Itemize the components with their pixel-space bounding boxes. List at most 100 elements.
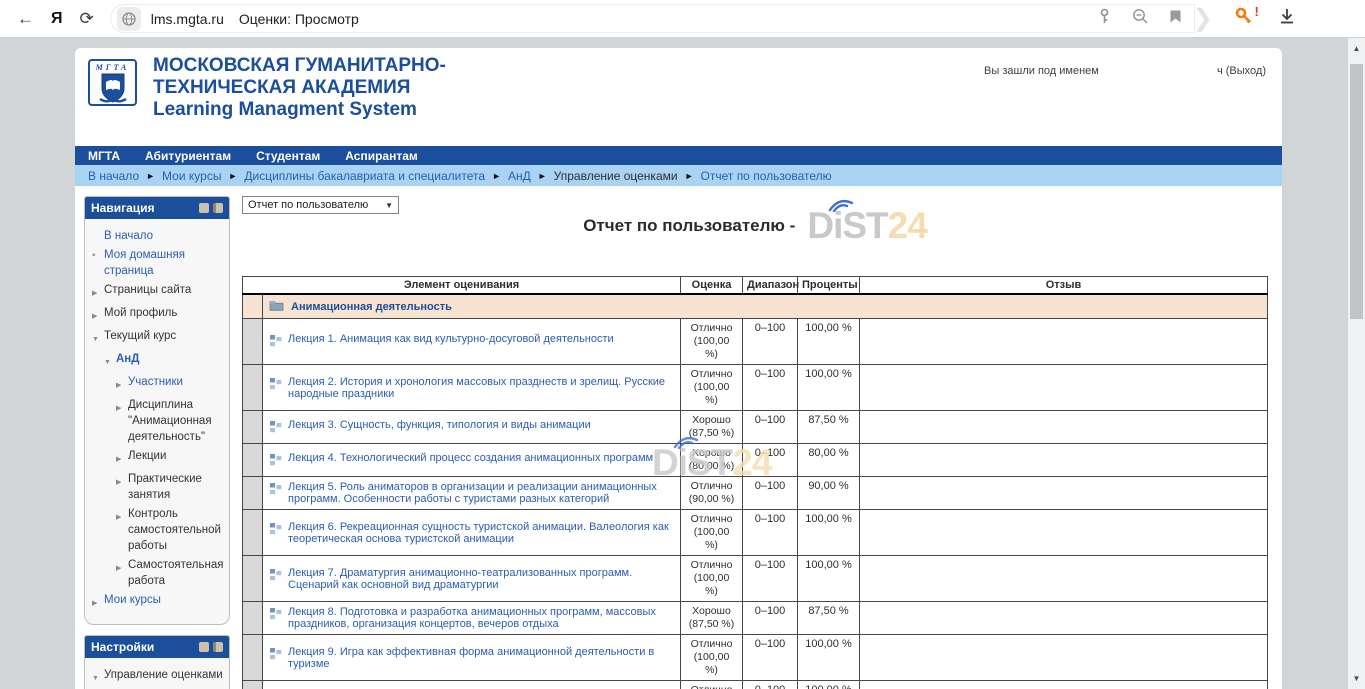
item-name-cell: Итоговое тестирование bbox=[263, 681, 681, 689]
category-cell: Анимационная деятельность bbox=[263, 294, 1268, 319]
breadcrumb-item[interactable]: Дисциплины бакалавриата и специалитета bbox=[244, 169, 485, 183]
grade-item-row: Лекция 8. Подготовка и разработка анимац… bbox=[243, 602, 1268, 635]
download-icon[interactable] bbox=[1279, 8, 1295, 30]
lesson-icon bbox=[269, 482, 282, 498]
lms-subtitle: Learning Managment System bbox=[153, 99, 446, 121]
nav-link-мгта[interactable]: МГТА bbox=[88, 149, 120, 163]
grade-cell: Отлично(100,00 %) bbox=[681, 510, 743, 556]
back-icon[interactable]: ← bbox=[17, 10, 34, 27]
collapsed-arrow-icon[interactable]: ▶ bbox=[92, 592, 104, 612]
feedback-cell bbox=[860, 365, 1268, 411]
collapsed-arrow-icon[interactable]: ▶ bbox=[116, 374, 128, 394]
password-key-icon[interactable] bbox=[1097, 8, 1112, 30]
breadcrumb-separator: ► bbox=[228, 171, 237, 181]
expanded-arrow-icon[interactable]: ▼ bbox=[104, 351, 116, 371]
grade-item-link[interactable]: Лекция 7. Драматургия анимационно-театра… bbox=[288, 567, 674, 591]
grade-cell: Отлично(100,00 %) bbox=[681, 556, 743, 602]
breadcrumb-item[interactable]: Мои курсы bbox=[162, 169, 221, 183]
bullet-none bbox=[92, 228, 104, 244]
grade-item-row: Лекция 9. Игра как эффективная форма ани… bbox=[243, 635, 1268, 681]
sidebar-item: ▶Практические занятия bbox=[116, 471, 225, 503]
nav-link-студентам[interactable]: Студентам bbox=[256, 149, 320, 163]
collapsed-arrow-icon[interactable]: ▶ bbox=[92, 282, 104, 302]
grade-item-link[interactable]: Лекция 3. Сущность, функция, типология и… bbox=[288, 419, 591, 431]
zoom-out-icon[interactable] bbox=[1132, 8, 1149, 30]
feedback-cell bbox=[860, 319, 1268, 365]
academy-title-line2: ТЕХНИЧЕСКАЯ АКАДЕМИЯ bbox=[153, 77, 446, 99]
dock-block-icon[interactable] bbox=[213, 642, 223, 652]
sidebar-item-label: Практические занятия bbox=[128, 471, 225, 503]
expanded-arrow-icon[interactable]: ▼ bbox=[92, 667, 104, 687]
item-name-cell: Лекция 1. Анимация как вид культурно-дос… bbox=[263, 319, 681, 365]
collapsed-arrow-icon[interactable]: ▶ bbox=[116, 557, 128, 589]
category-link[interactable]: Анимационная деятельность bbox=[291, 301, 452, 313]
scroll-down-icon[interactable]: ▼ bbox=[1348, 674, 1365, 683]
sidebar-item-label[interactable]: Моя домашняя страница bbox=[104, 247, 225, 279]
collapsed-arrow-icon[interactable]: ▶ bbox=[116, 506, 128, 554]
top-nav: МГТА Абитуриентам Студентам Аспирантам bbox=[75, 146, 1282, 165]
feedback-cell bbox=[860, 602, 1268, 635]
grade-item-row: Лекция 7. Драматургия анимационно-театра… bbox=[243, 556, 1268, 602]
address-bar-edge: ❯ bbox=[1193, 4, 1213, 33]
logout-link[interactable]: ч (Выход) bbox=[1217, 65, 1266, 77]
square-arrow-icon: ▪ bbox=[92, 247, 104, 279]
sidebar-item: В начало bbox=[92, 228, 225, 244]
row-indent bbox=[243, 635, 263, 681]
hide-block-icon[interactable] bbox=[199, 642, 209, 652]
grade-item-row: Итоговое тестированиеОтлично(100,00 %)0–… bbox=[243, 681, 1268, 689]
sidebar-item-label[interactable]: АнД bbox=[116, 351, 139, 371]
dock-block-icon[interactable] bbox=[213, 203, 223, 213]
sidebar-item-label[interactable]: В начало bbox=[104, 228, 153, 244]
breadcrumb-item[interactable]: В начало bbox=[88, 169, 139, 183]
lesson-icon bbox=[269, 607, 282, 623]
address-bar[interactable]: lms.mgta.ru Оценки: Просмотр bbox=[110, 4, 1195, 33]
range-cell: 0–100 bbox=[743, 602, 798, 635]
grade-item-link[interactable]: Лекция 4. Технологический процесс создан… bbox=[288, 452, 653, 464]
collapsed-arrow-icon[interactable]: ▶ bbox=[116, 397, 128, 445]
bookmark-icon[interactable] bbox=[1169, 9, 1182, 29]
collapsed-arrow-icon[interactable]: ▶ bbox=[116, 471, 128, 503]
academy-logo: МГТА bbox=[88, 59, 137, 106]
refresh-icon[interactable]: ⟳ bbox=[80, 10, 94, 27]
grades-table: Элемент оценивания Оценка Диапазон Проце… bbox=[242, 276, 1268, 689]
scroll-up-icon[interactable]: ▲ bbox=[1348, 44, 1365, 53]
row-indent bbox=[243, 510, 263, 556]
grade-item-link[interactable]: Лекция 5. Роль аниматоров в организации … bbox=[288, 481, 674, 505]
item-name-cell: Лекция 5. Роль аниматоров в организации … bbox=[263, 477, 681, 510]
scrollbar-thumb[interactable] bbox=[1350, 64, 1363, 319]
hide-block-icon[interactable] bbox=[199, 203, 209, 213]
range-cell: 0–100 bbox=[743, 635, 798, 681]
navigation-tree: В начало▪Моя домашняя страница▶Страницы … bbox=[85, 219, 229, 624]
item-name-cell: Лекция 3. Сущность, функция, типология и… bbox=[263, 411, 681, 444]
breadcrumb-item[interactable]: АнД bbox=[508, 169, 531, 183]
sidebar-item: ▶Лекции bbox=[116, 448, 225, 468]
sidebar-item-label[interactable]: Участники bbox=[128, 374, 183, 394]
grade-item-link[interactable]: Лекция 6. Рекреационная сущность туристс… bbox=[288, 521, 674, 545]
percent-cell: 100,00 % bbox=[798, 681, 860, 689]
grade-item-link[interactable]: Лекция 1. Анимация как вид культурно-дос… bbox=[288, 333, 614, 345]
grade-item-link[interactable]: Лекция 2. История и хронология массовых … bbox=[288, 376, 674, 400]
item-name-cell: Лекция 6. Рекреационная сущность туристс… bbox=[263, 510, 681, 556]
yandex-logo-icon[interactable]: Я bbox=[51, 11, 63, 27]
breadcrumb-separator: ► bbox=[492, 171, 501, 181]
sidebar-item: ▶Самостоятельная работа bbox=[116, 557, 225, 589]
collapsed-arrow-icon[interactable]: ▶ bbox=[116, 448, 128, 468]
range-cell: 0–100 bbox=[743, 444, 798, 477]
sidebar-item-label[interactable]: Мои курсы bbox=[104, 592, 161, 612]
nav-link-аспирантам[interactable]: Аспирантам bbox=[345, 149, 418, 163]
percent-cell: 100,00 % bbox=[798, 556, 860, 602]
academy-title-line1: МОСКОВСКАЯ ГУМАНИТАРНО- bbox=[153, 55, 446, 77]
expanded-arrow-icon[interactable]: ▼ bbox=[92, 328, 104, 348]
collapsed-arrow-icon[interactable]: ▶ bbox=[92, 305, 104, 325]
grade-cell: Хорошо(87,50 %) bbox=[681, 411, 743, 444]
grade-item-link[interactable]: Лекция 8. Подготовка и разработка анимац… bbox=[288, 606, 674, 630]
grade-cell: Отлично(100,00 %) bbox=[681, 635, 743, 681]
row-indent bbox=[243, 477, 263, 510]
vertical-scrollbar[interactable]: ▲ ▼ bbox=[1348, 38, 1365, 689]
percent-cell: 90,00 % bbox=[798, 477, 860, 510]
breadcrumb-item[interactable]: Отчет по пользователю bbox=[701, 169, 832, 183]
password-alert-icon[interactable]: ! bbox=[1235, 7, 1253, 30]
nav-link-абитуриентам[interactable]: Абитуриентам bbox=[145, 149, 231, 163]
grade-item-link[interactable]: Лекция 9. Игра как эффективная форма ани… bbox=[288, 646, 674, 670]
url-text[interactable]: lms.mgta.ru bbox=[151, 11, 224, 27]
